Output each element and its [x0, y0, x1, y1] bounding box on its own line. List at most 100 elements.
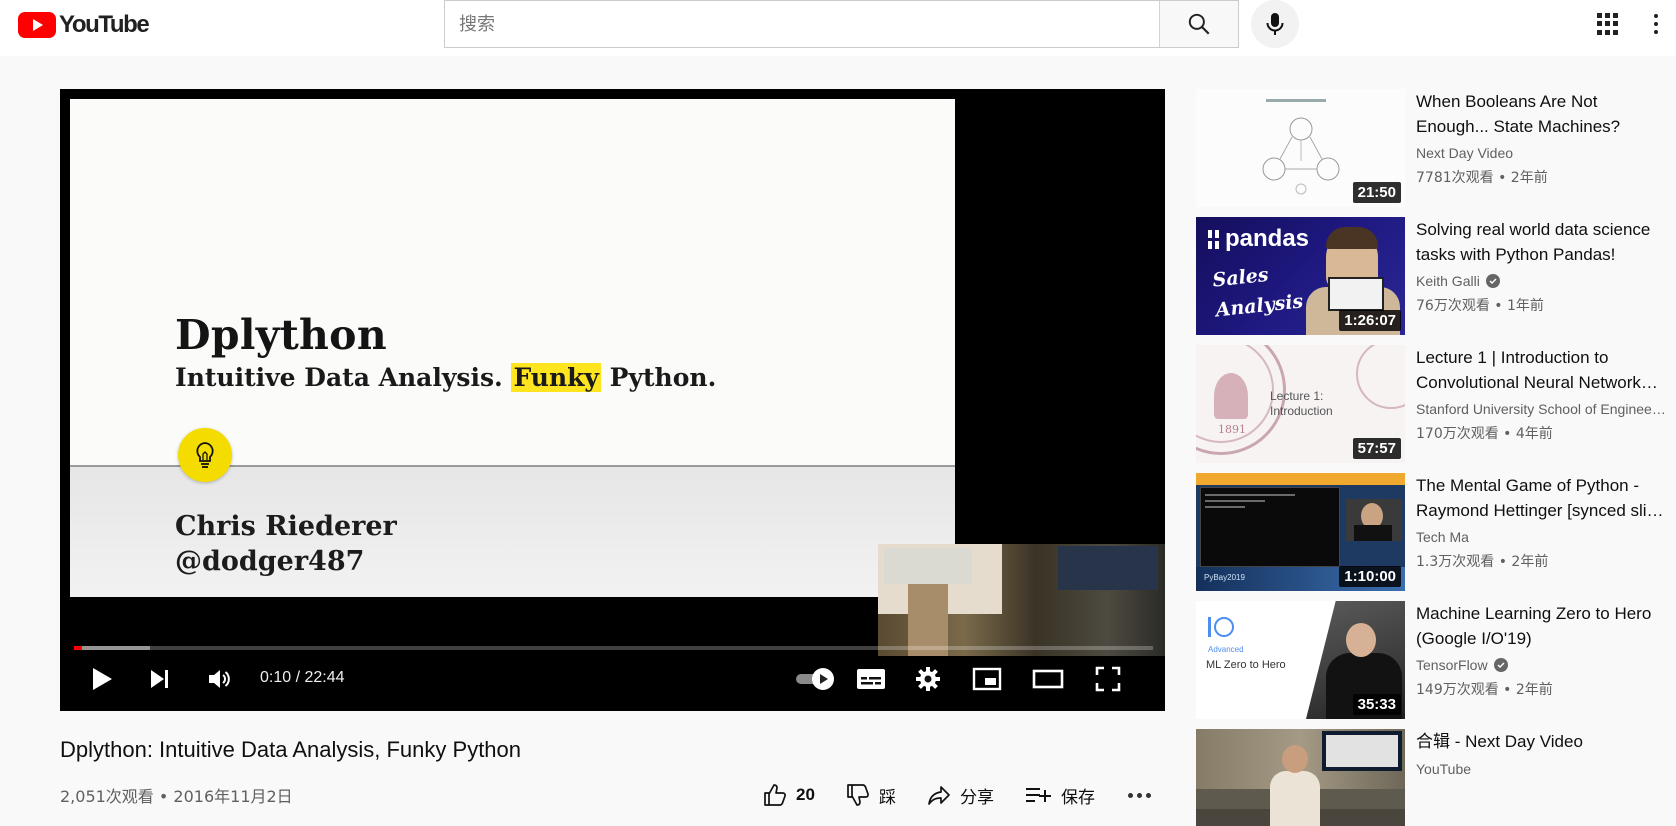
- recommendation-channel[interactable]: TensorFlow: [1416, 657, 1666, 673]
- recommendation-channel[interactable]: Next Day Video: [1416, 145, 1666, 161]
- save-button[interactable]: 保存: [1025, 780, 1095, 810]
- skip-next-icon: [151, 670, 168, 688]
- search-icon: [1188, 13, 1210, 35]
- video-view-count-date: 2,051次观看 • 2016年11月2日: [60, 787, 293, 806]
- top-bar: YouTube: [0, 0, 1676, 56]
- recommendation-thumbnail[interactable]: 1891 Lecture 1: Introduction 57:57: [1196, 345, 1405, 463]
- recommendation-title[interactable]: When Booleans Are Not Enough... State Mac…: [1416, 89, 1666, 139]
- video-duration: 1:26:07: [1339, 310, 1401, 331]
- recommendation-item[interactable]: 1891 Lecture 1: Introduction 57:57 Lectur…: [1196, 345, 1666, 463]
- play-button[interactable]: [84, 661, 120, 697]
- video-duration: 35:33: [1352, 694, 1401, 715]
- volume-button[interactable]: [202, 661, 238, 697]
- search-bar: [444, 0, 1239, 48]
- thumbnail-seal-year: 1891: [1218, 423, 1246, 436]
- recommendation-channel[interactable]: Tech Ma: [1416, 529, 1666, 545]
- theater-mode-button[interactable]: [1030, 661, 1066, 697]
- recommendation-title[interactable]: Lecture 1 | Introduction to Convolutional…: [1416, 345, 1666, 395]
- pandas-thumbnail-logo: pandas: [1208, 225, 1309, 253]
- settings-more-icon[interactable]: [1652, 12, 1660, 36]
- thumbnail-caption: ML Zero to Hero: [1206, 659, 1286, 671]
- theater-mode-icon: [1032, 669, 1064, 689]
- recommendation-item[interactable]: 合辑 - Next Day Video YouTube: [1196, 729, 1666, 826]
- recommendation-item[interactable]: pandas Sales Analysis 1:26:07 Solving rea…: [1196, 217, 1666, 335]
- more-horizontal-icon: [1128, 792, 1133, 798]
- voice-search-button[interactable]: [1251, 0, 1299, 48]
- play-icon: [93, 668, 112, 690]
- recommendation-thumbnail[interactable]: Advanced ML Zero to Hero 35:33: [1196, 601, 1405, 719]
- speaker-camera-inset: [878, 544, 1165, 656]
- recommendation-stats: 149万次观看 • 2年前: [1416, 682, 1553, 698]
- fullscreen-button[interactable]: [1090, 661, 1126, 697]
- logo-text: YouTube: [59, 11, 150, 38]
- progress-buffered: [74, 646, 150, 650]
- playlist-add-icon: [1026, 788, 1051, 802]
- time-display: 0:10 / 22:44: [260, 669, 345, 686]
- subtitles-button[interactable]: [853, 661, 889, 697]
- miniplayer-icon: [972, 667, 1002, 691]
- search-button[interactable]: [1159, 1, 1238, 47]
- verified-check-icon: [1485, 274, 1500, 288]
- like-count: 20: [796, 785, 815, 804]
- video-frame-slide: Dplython Intuitive Data Analysis. Funky …: [70, 99, 955, 597]
- like-button[interactable]: 20: [762, 780, 815, 810]
- video-player[interactable]: Dplython Intuitive Data Analysis. Funky …: [60, 89, 1165, 711]
- settings-button[interactable]: [910, 661, 946, 697]
- slide-title: Dplython: [175, 311, 387, 359]
- recommendation-title[interactable]: Solving real world data science tasks wit…: [1416, 217, 1666, 267]
- recommendation-item[interactable]: Advanced ML Zero to Hero 35:33 Machine L…: [1196, 601, 1666, 719]
- video-duration: 57:57: [1352, 438, 1401, 459]
- recommendation-item[interactable]: 21:50 When Booleans Are Not Enough... Sta…: [1196, 89, 1666, 207]
- recommendation-stats: 1.3万次观看 • 2年前: [1416, 554, 1549, 570]
- thumbnail-caption-small: Advanced: [1208, 645, 1244, 654]
- recommendation-channel[interactable]: Stanford University School of Engineerin…: [1416, 401, 1666, 417]
- share-button[interactable]: 分享: [926, 780, 994, 810]
- share-icon: [928, 786, 950, 805]
- miniplayer-button[interactable]: [969, 661, 1005, 697]
- progress-played: [74, 646, 82, 650]
- thumbnail-caption: Lecture 1: Introduction: [1270, 389, 1333, 418]
- slide-author-name: Chris Riederer: [175, 511, 397, 542]
- video-duration: 21:50: [1352, 182, 1401, 203]
- volume-icon: [209, 670, 230, 688]
- autoplay-toggle[interactable]: [793, 661, 839, 697]
- recommendation-stats: 170万次观看 • 4年前: [1416, 426, 1553, 442]
- recommendation-channel[interactable]: YouTube: [1416, 761, 1666, 777]
- thumbs-down-icon: [847, 784, 869, 806]
- recommendation-item[interactable]: PyBay2019 1:10:00 The Mental Game of Pyt…: [1196, 473, 1666, 591]
- recommendation-thumbnail[interactable]: pandas Sales Analysis 1:26:07: [1196, 217, 1405, 335]
- apps-grid-icon[interactable]: [1596, 12, 1620, 36]
- recommendation-stats: 7781次观看 • 2年前: [1416, 170, 1548, 186]
- recommendation-title[interactable]: Machine Learning Zero to Hero (Google I/O…: [1416, 601, 1666, 651]
- thumbnail-caption: PyBay2019: [1204, 573, 1245, 582]
- slide-subtitle-highlight: Funky: [511, 363, 601, 392]
- dislike-button[interactable]: 踩: [845, 780, 896, 810]
- thumbnail-caption: Sales Analysis: [1211, 263, 1305, 322]
- recommendation-title[interactable]: The Mental Game of Python - Raymond Hetti…: [1416, 473, 1666, 523]
- recommendation-thumbnail[interactable]: [1196, 729, 1405, 826]
- time-total: 22:44: [304, 669, 345, 686]
- more-actions-button[interactable]: [1128, 780, 1151, 810]
- subtitles-icon: [857, 669, 885, 689]
- time-current: 0:10: [260, 669, 292, 686]
- recommendation-title[interactable]: 合辑 - Next Day Video: [1416, 729, 1666, 754]
- recommendation-stats: 76万次观看 • 1年前: [1416, 298, 1544, 314]
- fullscreen-icon: [1095, 666, 1121, 692]
- search-input[interactable]: [445, 1, 1159, 47]
- next-button[interactable]: [142, 661, 178, 697]
- progress-bar[interactable]: [74, 646, 1153, 650]
- gear-icon: [916, 667, 940, 691]
- share-label: 分享: [960, 787, 994, 808]
- youtube-play-logo-icon: [18, 12, 56, 38]
- dislike-label: 踩: [879, 787, 896, 808]
- slide-author-handle: @dodger487: [175, 546, 365, 577]
- video-title: Dplython: Intuitive Data Analysis, Funky…: [60, 737, 522, 762]
- save-label: 保存: [1061, 787, 1095, 808]
- youtube-logo[interactable]: YouTube: [18, 11, 150, 38]
- verified-check-icon: [1493, 658, 1508, 672]
- recommendation-thumbnail[interactable]: PyBay2019 1:10:00: [1196, 473, 1405, 591]
- slide-subtitle: Intuitive Data Analysis. Funky Python.: [175, 363, 717, 392]
- recommendation-thumbnail[interactable]: 21:50: [1196, 89, 1405, 207]
- thumbs-up-icon: [764, 784, 786, 806]
- recommendation-channel[interactable]: Keith Galli: [1416, 273, 1666, 289]
